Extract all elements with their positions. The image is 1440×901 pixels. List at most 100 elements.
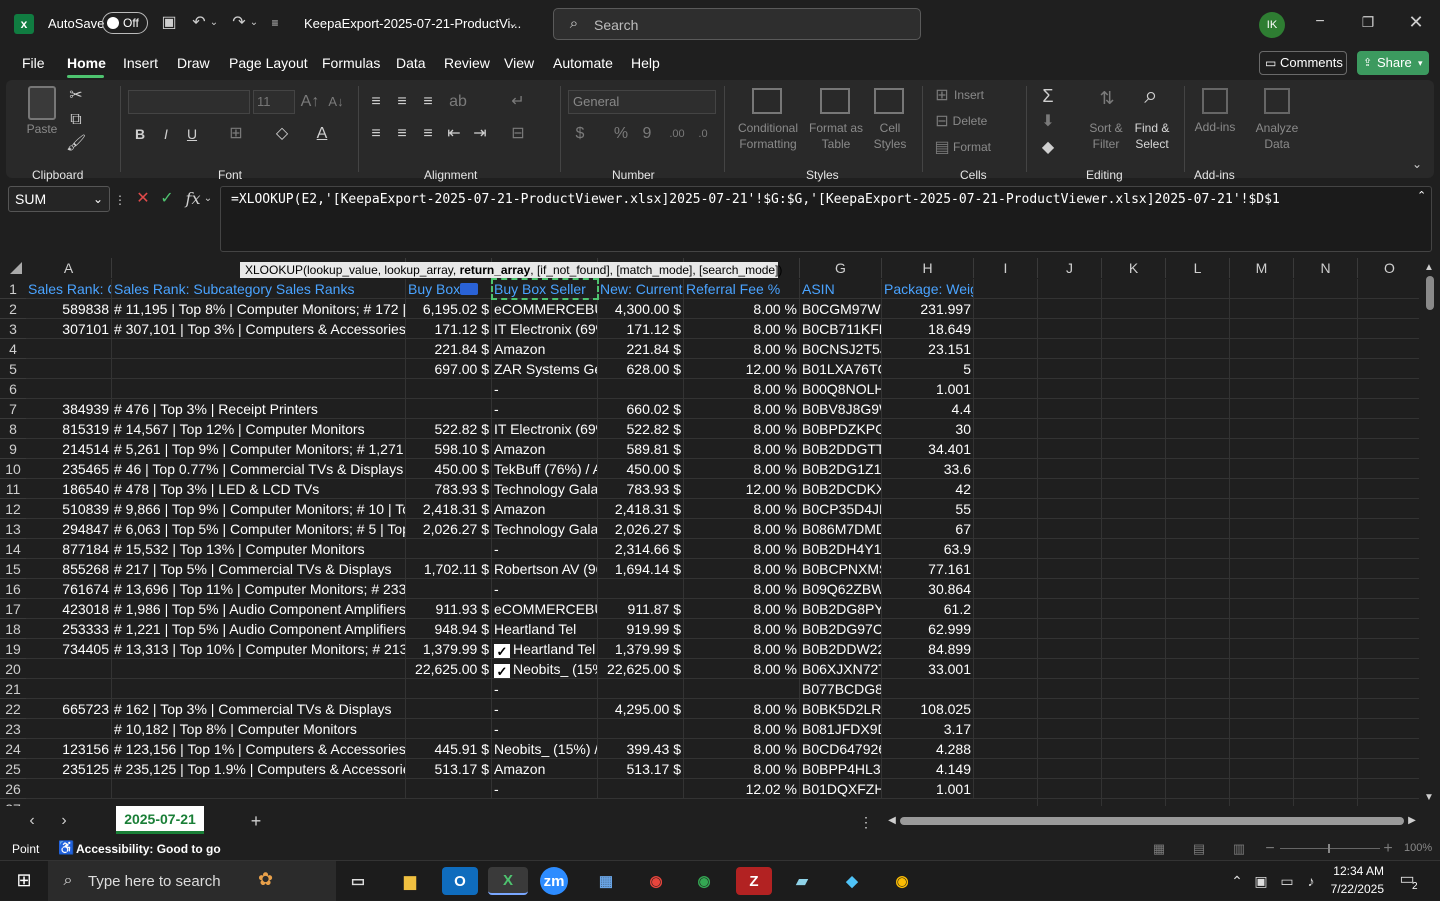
cell-j[interactable] bbox=[1038, 299, 1102, 319]
cell-a[interactable] bbox=[26, 679, 112, 699]
conditional-formatting-icon[interactable] bbox=[752, 88, 782, 114]
column-header-h[interactable]: H bbox=[882, 258, 974, 278]
cell-j[interactable] bbox=[1038, 459, 1102, 479]
cell-a[interactable]: 734405 bbox=[26, 639, 112, 659]
cut-icon[interactable]: ✂ bbox=[66, 86, 86, 106]
font-name-select[interactable] bbox=[128, 90, 250, 114]
cell-c[interactable]: 171.12 $ bbox=[406, 319, 492, 339]
cell-k[interactable] bbox=[1102, 499, 1166, 519]
cell-d[interactable]: Technology Gala bbox=[492, 519, 598, 539]
cell-d[interactable]: - bbox=[492, 719, 598, 739]
cell-k[interactable] bbox=[1102, 539, 1166, 559]
vertical-scrollbar[interactable]: ▲ ▼ bbox=[1419, 258, 1440, 808]
cell-o[interactable] bbox=[1358, 739, 1422, 759]
cell-a[interactable]: 214514 bbox=[26, 439, 112, 459]
cell-n[interactable] bbox=[1294, 279, 1358, 299]
cell-m[interactable] bbox=[1230, 359, 1294, 379]
tray-network-icon[interactable]: ▣ bbox=[1252, 871, 1270, 891]
cell-o[interactable] bbox=[1358, 339, 1422, 359]
cell-n[interactable] bbox=[1294, 619, 1358, 639]
cell-a[interactable] bbox=[26, 359, 112, 379]
cell-j[interactable] bbox=[1038, 419, 1102, 439]
cell-c[interactable]: 783.93 $ bbox=[406, 479, 492, 499]
cell-i[interactable] bbox=[974, 719, 1038, 739]
find-select-button[interactable]: Find & Select bbox=[1128, 120, 1176, 152]
volume-icon[interactable]: ♪ bbox=[1302, 871, 1320, 891]
column-header-m[interactable]: M bbox=[1230, 258, 1294, 278]
cell-b[interactable]: # 478 | Top 3% | LED & LCD TVs bbox=[112, 479, 406, 499]
cell-h[interactable]: 1.001 bbox=[882, 779, 974, 799]
cell-b[interactable]: # 13,696 | Top 11% | Computer Monitors; … bbox=[112, 579, 406, 599]
cell-e[interactable]: 221.84 $ bbox=[598, 339, 684, 359]
cell-k[interactable] bbox=[1102, 719, 1166, 739]
row-header[interactable]: 5 bbox=[0, 359, 26, 379]
cell-f[interactable]: 8.00 % bbox=[684, 579, 800, 599]
cell-a[interactable]: 235125 bbox=[26, 759, 112, 779]
zoom-in-icon[interactable]: + bbox=[1382, 839, 1394, 859]
find-select-icon[interactable]: ⌕ bbox=[1136, 84, 1166, 108]
cell-n[interactable] bbox=[1294, 719, 1358, 739]
cell-h[interactable]: 33.001 bbox=[882, 659, 974, 679]
cell-g[interactable]: B0BV8J8G9W bbox=[800, 399, 882, 419]
cell-k[interactable] bbox=[1102, 299, 1166, 319]
cell-j[interactable] bbox=[1038, 439, 1102, 459]
zoom-level[interactable]: 100% bbox=[1404, 842, 1432, 854]
cell-j[interactable] bbox=[1038, 679, 1102, 699]
file-explorer-icon[interactable]: ▆ bbox=[392, 867, 428, 895]
cell-g[interactable]: B09Q62ZBW2 bbox=[800, 579, 882, 599]
cell-e[interactable] bbox=[598, 579, 684, 599]
cell-f[interactable]: 8.00 % bbox=[684, 299, 800, 319]
cell-e[interactable]: 22,625.00 $ bbox=[598, 659, 684, 679]
cell-g[interactable]: B0B2DG8PYQ bbox=[800, 599, 882, 619]
row-header[interactable]: 21 bbox=[0, 679, 26, 699]
cell-m[interactable] bbox=[1230, 559, 1294, 579]
row-header[interactable]: 9 bbox=[0, 439, 26, 459]
cell-l[interactable] bbox=[1166, 579, 1230, 599]
increase-decimal-icon[interactable]: .00 bbox=[666, 124, 688, 144]
comments-button[interactable]: ▭ Comments bbox=[1259, 51, 1347, 75]
cell-b[interactable]: # 46 | Top 0.77% | Commercial TVs & Disp… bbox=[112, 459, 406, 479]
page-break-view-icon[interactable]: ▥ bbox=[1230, 839, 1248, 859]
cell-j[interactable] bbox=[1038, 579, 1102, 599]
cell-h[interactable]: 4.149 bbox=[882, 759, 974, 779]
cell-i[interactable] bbox=[974, 559, 1038, 579]
cell-d[interactable]: IT Electronix (69% bbox=[492, 319, 598, 339]
calculator-icon[interactable]: ▦ bbox=[588, 867, 624, 895]
cell-f[interactable] bbox=[684, 679, 800, 699]
cell-e[interactable] bbox=[598, 379, 684, 399]
header-cell-f[interactable]: Referral Fee % bbox=[684, 279, 800, 299]
cell-c[interactable] bbox=[406, 699, 492, 719]
outlook-icon[interactable]: O bbox=[442, 867, 478, 895]
cell-n[interactable] bbox=[1294, 479, 1358, 499]
cell-j[interactable] bbox=[1038, 639, 1102, 659]
align-left-icon[interactable]: ≡ bbox=[366, 124, 386, 144]
cell-m[interactable] bbox=[1230, 419, 1294, 439]
grow-font-icon[interactable]: A↑ bbox=[300, 92, 320, 112]
row-header[interactable]: 7 bbox=[0, 399, 26, 419]
tab-view[interactable]: View bbox=[504, 55, 534, 71]
page-layout-view-icon[interactable]: ▤ bbox=[1190, 839, 1208, 859]
row-header[interactable]: 1 bbox=[0, 279, 26, 299]
insert-cells-icon[interactable]: ⊞ bbox=[932, 86, 952, 106]
row-header[interactable]: 14 bbox=[0, 539, 26, 559]
cell-j[interactable] bbox=[1038, 499, 1102, 519]
cell-f[interactable]: 8.00 % bbox=[684, 439, 800, 459]
cell-f[interactable]: 8.00 % bbox=[684, 759, 800, 779]
cell-m[interactable] bbox=[1230, 339, 1294, 359]
minimize-icon[interactable]: − bbox=[1308, 12, 1332, 32]
cell-b[interactable]: # 235,125 | Top 1.9% | Computers & Acces… bbox=[112, 759, 406, 779]
cell-c[interactable]: 911.93 $ bbox=[406, 599, 492, 619]
align-right-icon[interactable]: ≡ bbox=[418, 124, 438, 144]
percent-icon[interactable]: % bbox=[612, 124, 630, 144]
undo-icon[interactable]: ↶ bbox=[188, 13, 210, 33]
cell-b[interactable]: # 1,221 | Top 5% | Audio Component Ampli… bbox=[112, 619, 406, 639]
column-header-n[interactable]: N bbox=[1294, 258, 1358, 278]
share-button[interactable]: ⇪ Share ▾ bbox=[1357, 51, 1429, 75]
cell-e[interactable]: 450.00 $ bbox=[598, 459, 684, 479]
cell-o[interactable] bbox=[1358, 279, 1422, 299]
cell-l[interactable] bbox=[1166, 539, 1230, 559]
cell-g[interactable]: B0BCPNXMSC bbox=[800, 559, 882, 579]
cell-f[interactable]: 8.00 % bbox=[684, 339, 800, 359]
cell-a[interactable]: 253333 bbox=[26, 619, 112, 639]
cell-e[interactable]: 513.17 $ bbox=[598, 759, 684, 779]
